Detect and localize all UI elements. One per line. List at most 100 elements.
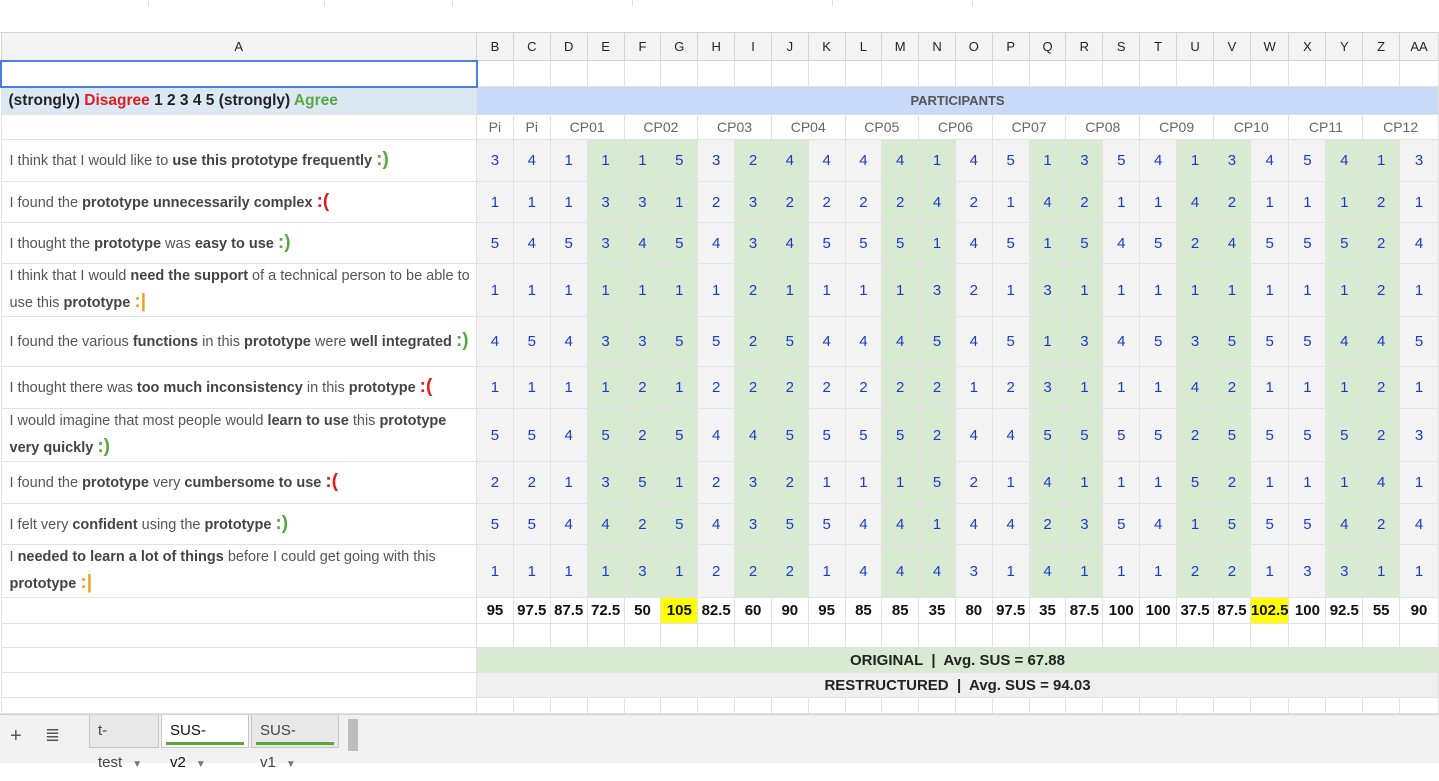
cell[interactable]	[0, 623, 478, 648]
cell[interactable]	[0, 597, 478, 624]
response-cell[interactable]: 4	[881, 316, 920, 367]
cell[interactable]	[697, 623, 736, 648]
response-cell[interactable]: 1	[881, 461, 920, 504]
participant-id[interactable]: CP02	[623, 114, 699, 140]
participant-id[interactable]: CP12	[1362, 114, 1439, 140]
cell[interactable]	[881, 697, 920, 714]
response-cell[interactable]: 2	[844, 181, 883, 223]
response-cell[interactable]: 1	[660, 263, 699, 317]
cell[interactable]	[918, 697, 956, 714]
cell[interactable]	[954, 60, 993, 87]
response-cell[interactable]: 4	[954, 316, 993, 367]
response-cell[interactable]: 5	[1288, 503, 1327, 545]
response-cell[interactable]: 1	[549, 181, 588, 223]
response-cell[interactable]: 2	[1176, 408, 1214, 462]
response-cell[interactable]: 1	[991, 181, 1030, 223]
response-cell[interactable]: 4	[844, 316, 883, 367]
response-cell[interactable]: 4	[881, 544, 920, 598]
participant-id[interactable]: CP09	[1139, 114, 1214, 140]
response-cell[interactable]: 4	[1028, 461, 1067, 504]
cell[interactable]	[586, 697, 625, 714]
response-cell[interactable]: 1	[1139, 544, 1178, 598]
response-cell[interactable]: 3	[954, 544, 993, 598]
sus-score-cell[interactable]: 87.5	[1213, 597, 1251, 624]
column-header-e[interactable]: E	[586, 32, 625, 61]
sus-score-cell[interactable]: 100	[1139, 597, 1178, 624]
response-cell[interactable]: 5	[991, 139, 1030, 182]
response-cell[interactable]: 3	[734, 181, 772, 223]
cell[interactable]	[0, 114, 478, 140]
response-cell[interactable]: 1	[1102, 461, 1141, 504]
response-cell[interactable]: 2	[770, 544, 809, 598]
response-cell[interactable]: 5	[807, 408, 846, 462]
cell[interactable]	[954, 623, 993, 648]
response-cell[interactable]: 4	[697, 408, 736, 462]
response-cell[interactable]: 1	[918, 222, 956, 264]
cell[interactable]	[1028, 60, 1067, 87]
response-cell[interactable]: 2	[807, 181, 846, 223]
response-cell[interactable]: 3	[1325, 544, 1364, 598]
response-cell[interactable]: 2	[1213, 181, 1251, 223]
response-cell[interactable]: 3	[586, 461, 625, 504]
cell[interactable]	[1176, 697, 1214, 714]
response-cell[interactable]: 2	[881, 181, 920, 223]
participant-id[interactable]: CP06	[918, 114, 993, 140]
sus-score-cell[interactable]: 60	[734, 597, 772, 624]
cell[interactable]	[954, 697, 993, 714]
response-cell[interactable]: 5	[1249, 503, 1290, 545]
response-cell[interactable]: 5	[844, 222, 883, 264]
column-header-i[interactable]: I	[734, 32, 772, 61]
column-header-d[interactable]: D	[549, 32, 588, 61]
cell[interactable]	[0, 647, 478, 673]
participant-id[interactable]: CP08	[1065, 114, 1141, 140]
response-cell[interactable]: 1	[1139, 263, 1178, 317]
response-cell[interactable]: 1	[991, 461, 1030, 504]
response-cell[interactable]: 4	[1249, 139, 1290, 182]
response-cell[interactable]: 1	[512, 544, 551, 598]
response-cell[interactable]: 1	[476, 544, 514, 598]
summary-original[interactable]: ORIGINAL | Avg. SUS = 67.88	[476, 647, 1439, 673]
cell[interactable]	[0, 697, 478, 714]
response-cell[interactable]: 1	[1399, 366, 1439, 409]
response-cell[interactable]: 1	[1288, 263, 1327, 317]
column-header-s[interactable]: S	[1102, 32, 1141, 61]
response-cell[interactable]: 2	[1362, 263, 1401, 317]
response-cell[interactable]: 1	[1362, 544, 1401, 598]
response-cell[interactable]: 1	[1288, 461, 1327, 504]
response-cell[interactable]: 1	[660, 461, 699, 504]
response-cell[interactable]: 1	[1288, 366, 1327, 409]
response-cell[interactable]: 1	[623, 139, 662, 182]
cell[interactable]	[476, 623, 514, 648]
response-cell[interactable]: 5	[512, 316, 551, 367]
participant-id[interactable]: Pi	[512, 114, 551, 140]
response-cell[interactable]: 4	[918, 181, 956, 223]
response-cell[interactable]: 1	[1139, 461, 1178, 504]
column-header-aa[interactable]: AA	[1399, 32, 1439, 61]
cell[interactable]	[1362, 697, 1401, 714]
add-sheet-icon[interactable]: +	[10, 725, 22, 748]
response-cell[interactable]: 2	[1362, 366, 1401, 409]
response-cell[interactable]: 5	[1065, 222, 1104, 264]
cell[interactable]	[770, 697, 809, 714]
response-cell[interactable]: 1	[1399, 263, 1439, 317]
response-cell[interactable]: 5	[660, 316, 699, 367]
response-cell[interactable]: 1	[1028, 316, 1067, 367]
column-header-y[interactable]: Y	[1325, 32, 1364, 61]
response-cell[interactable]: 1	[549, 366, 588, 409]
column-header-x[interactable]: X	[1288, 32, 1327, 61]
participant-id[interactable]: CP11	[1288, 114, 1364, 140]
sus-score-cell[interactable]: 85	[881, 597, 920, 624]
cell[interactable]	[1288, 60, 1327, 87]
cell[interactable]	[881, 60, 920, 87]
response-cell[interactable]: 1	[476, 366, 514, 409]
sus-score-cell[interactable]: 100	[1102, 597, 1141, 624]
response-cell[interactable]: 5	[770, 503, 809, 545]
response-cell[interactable]: 3	[1028, 366, 1067, 409]
response-cell[interactable]: 3	[1065, 139, 1104, 182]
sus-score-cell[interactable]: 87.5	[549, 597, 588, 624]
response-cell[interactable]: 4	[476, 316, 514, 367]
participant-id[interactable]: CP01	[549, 114, 625, 140]
column-header-h[interactable]: H	[697, 32, 736, 61]
response-cell[interactable]: 4	[1176, 181, 1214, 223]
response-cell[interactable]: 4	[844, 544, 883, 598]
